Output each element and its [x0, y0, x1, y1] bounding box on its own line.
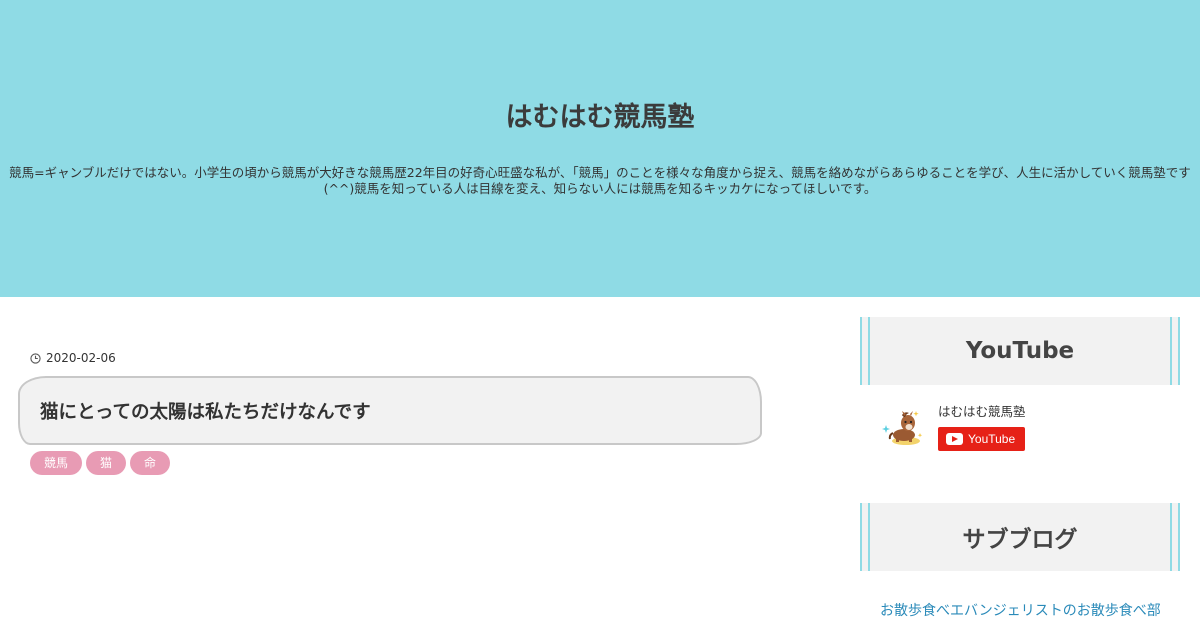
sub-blog-link[interactable]: お散歩食べエバンジェリストのお散歩食べ部 [880, 600, 1161, 620]
post-title-box: 猫にとっての太陽は私たちだけなんです [18, 376, 762, 445]
horse-avatar-icon[interactable] [880, 403, 928, 451]
site-header: はむはむ競馬塾 競馬=ギャンブルだけではない。小学生の頃から競馬が大好きな競馬歴… [0, 0, 1200, 297]
youtube-play-icon [946, 433, 963, 445]
youtube-channel-card: はむはむ競馬塾 YouTube [880, 403, 1026, 451]
youtube-widget-heading: YouTube [860, 317, 1180, 385]
tag-neko[interactable]: 猫 [86, 451, 127, 475]
post-title: 猫にとっての太陽は私たちだけなんです [40, 401, 371, 423]
site-description: 競馬=ギャンブルだけではない。小学生の頃から競馬が大好きな競馬歴22年目の好奇心… [9, 165, 1191, 196]
tag-keiba[interactable]: 競馬 [30, 451, 83, 475]
youtube-subscribe-button[interactable]: YouTube [938, 427, 1025, 451]
post-date: 2020-02-06 [30, 350, 116, 366]
site-title[interactable]: はむはむ競馬塾 [0, 100, 1200, 136]
youtube-channel-name[interactable]: はむはむ競馬塾 [938, 403, 1026, 421]
tag-inochi[interactable]: 命 [130, 451, 171, 475]
tag-list: 競馬 猫 命 [30, 451, 171, 475]
youtube-channel-info: はむはむ競馬塾 YouTube [938, 403, 1026, 451]
youtube-subscribe-label: YouTube [968, 432, 1016, 446]
clock-icon [30, 352, 41, 364]
sub-blog-widget-heading: サブブログ [860, 503, 1180, 571]
post-date-text: 2020-02-06 [46, 351, 116, 365]
